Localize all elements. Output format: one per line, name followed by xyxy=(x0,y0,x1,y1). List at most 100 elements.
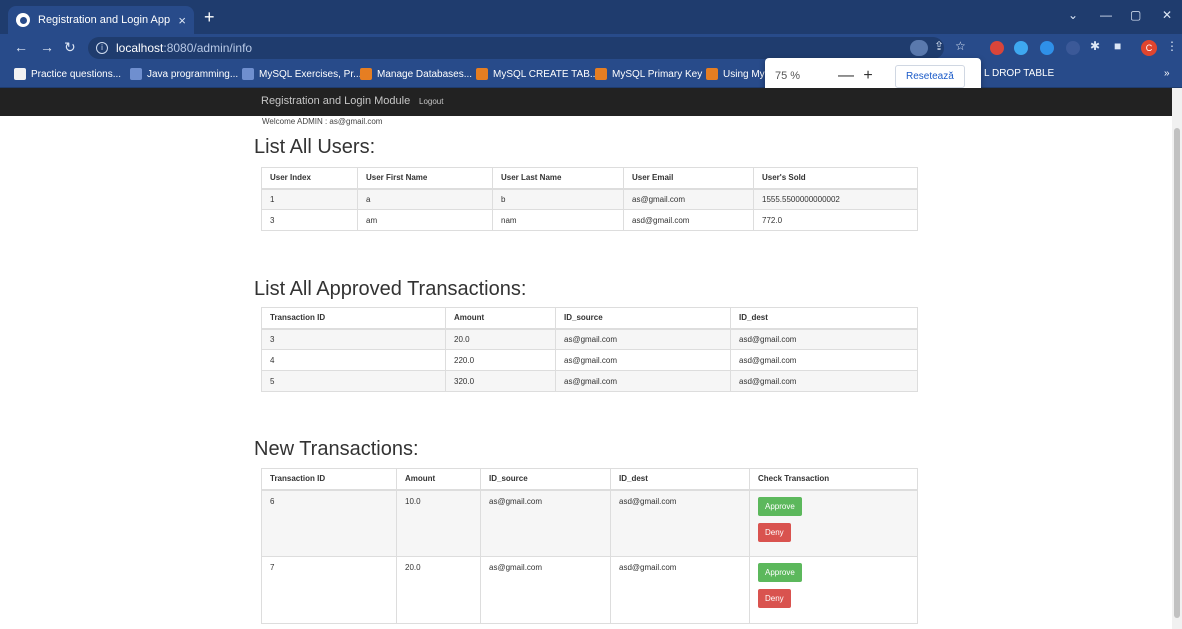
table-row: 1 a b as@gmail.com 1555.5500000000002 xyxy=(261,188,918,210)
bookmark-favicon xyxy=(595,68,607,80)
transaction-dest: asd@gmail.com xyxy=(610,556,750,624)
column-header: Check Transaction xyxy=(749,468,918,491)
page-scrollbar[interactable] xyxy=(1172,88,1182,629)
transaction-dest: asd@gmail.com xyxy=(730,349,918,371)
bookmark-favicon xyxy=(130,68,142,80)
bookmark-item[interactable]: Practice questions... xyxy=(14,68,121,80)
adblock-icon[interactable] xyxy=(990,41,1004,55)
table-row: 4 220.0 as@gmail.com asd@gmail.com xyxy=(261,349,918,371)
new-tx-header-row: Transaction ID Amount ID_source ID_dest … xyxy=(261,468,918,491)
minimize-icon[interactable]: — xyxy=(1100,8,1112,22)
transaction-id: 6 xyxy=(261,489,397,557)
bookmark-favicon xyxy=(360,68,372,80)
column-header: ID_source xyxy=(555,307,731,330)
extension-icon[interactable] xyxy=(1066,41,1080,55)
bookmark-item[interactable]: MySQL CREATE TAB... xyxy=(476,68,598,80)
users-section-title: List All Users: xyxy=(254,136,376,158)
bookmark-label: Manage Databases... xyxy=(377,68,473,80)
bookmarks-bar: Practice questions... Java programming..… xyxy=(0,62,1182,88)
column-header: ID_source xyxy=(480,468,611,491)
bookmark-item[interactable]: Using MyS xyxy=(706,68,771,80)
zoom-reset-button[interactable]: Resetează xyxy=(895,64,965,88)
forward-icon[interactable]: → xyxy=(40,39,54,55)
column-header: User Index xyxy=(261,167,358,190)
user-index: 3 xyxy=(261,209,358,231)
close-window-icon[interactable]: ✕ xyxy=(1162,8,1172,22)
approved-header-row: Transaction ID Amount ID_source ID_dest xyxy=(261,307,918,330)
profile-avatar[interactable]: C xyxy=(1141,40,1157,56)
users-header-row: User Index User First Name User Last Nam… xyxy=(261,167,918,190)
column-header: User Email xyxy=(623,167,754,190)
transaction-amount: 220.0 xyxy=(445,349,556,371)
bookmarks-overflow-icon[interactable]: » xyxy=(1164,68,1170,79)
bookmark-item[interactable]: MySQL Exercises, Pr... xyxy=(242,68,361,80)
transaction-amount: 20.0 xyxy=(396,556,481,624)
table-row: 7 20.0 as@gmail.com asd@gmail.com Approv… xyxy=(261,556,918,624)
bookmark-item[interactable]: Java programming... xyxy=(130,68,238,80)
menu-kebab-icon[interactable]: ⋮ xyxy=(1166,39,1178,53)
transaction-id: 5 xyxy=(261,370,446,392)
check-transaction-cell: Approve Deny xyxy=(749,556,918,624)
logout-link[interactable]: Logout xyxy=(419,97,443,106)
site-info-icon[interactable]: i xyxy=(96,42,108,54)
globe-icon xyxy=(16,13,30,27)
transaction-source: as@gmail.com xyxy=(480,556,611,624)
bookmark-item[interactable]: MySQL Primary Key xyxy=(595,68,702,80)
bookmark-favicon xyxy=(476,68,488,80)
side-panel-icon[interactable]: ■ xyxy=(1114,39,1121,53)
bookmark-favicon xyxy=(242,68,254,80)
app-navbar: Registration and Login Module Logout xyxy=(0,88,1172,116)
new-tab-button[interactable]: + xyxy=(204,7,215,27)
extension-icon[interactable] xyxy=(1014,41,1028,55)
bookmark-label: MySQL Exercises, Pr... xyxy=(259,68,362,80)
scrollbar-thumb[interactable] xyxy=(1174,128,1180,618)
browser-toolbar: ← → ↻ i localhost:8080/admin/info ⇪ ☆ ✱ … xyxy=(0,34,1182,62)
user-sold: 772.0 xyxy=(753,209,918,231)
approved-transactions-table: Transaction ID Amount ID_source ID_dest … xyxy=(261,307,918,392)
table-row: 3 am nam asd@gmail.com 772.0 xyxy=(261,209,918,231)
address-bar[interactable]: i localhost:8080/admin/info xyxy=(88,37,944,59)
transaction-dest: asd@gmail.com xyxy=(610,489,750,557)
zoom-in-button[interactable]: + xyxy=(857,67,879,85)
transaction-amount: 320.0 xyxy=(445,370,556,392)
back-icon[interactable]: ← xyxy=(14,39,28,55)
bookmark-item[interactable]: Manage Databases... xyxy=(360,68,472,80)
user-email: asd@gmail.com xyxy=(623,209,754,231)
approved-section-title: List All Approved Transactions: xyxy=(254,278,527,300)
transaction-id: 7 xyxy=(261,556,397,624)
welcome-text: Welcome ADMIN : as@gmail.com xyxy=(262,117,383,126)
bookmark-item[interactable]: L DROP TABLE xyxy=(984,68,1054,79)
extension-icon[interactable] xyxy=(1040,41,1054,55)
close-tab-icon[interactable]: × xyxy=(178,13,186,28)
deny-button[interactable]: Deny xyxy=(758,589,791,608)
table-row: 5 320.0 as@gmail.com asd@gmail.com xyxy=(261,370,918,392)
restore-icon[interactable]: ▢ xyxy=(1130,8,1141,22)
approve-button[interactable]: Approve xyxy=(758,496,802,516)
browser-tab[interactable]: Registration and Login App × xyxy=(8,6,194,34)
tab-search-icon[interactable]: ⌄ xyxy=(1068,8,1078,22)
user-email: as@gmail.com xyxy=(623,188,754,210)
zoom-level: 75 % xyxy=(775,70,801,82)
column-header: ID_dest xyxy=(730,307,918,330)
new-transactions-table: Transaction ID Amount ID_source ID_dest … xyxy=(261,468,918,624)
bookmark-label: Practice questions... xyxy=(31,68,122,80)
table-row: 6 10.0 as@gmail.com asd@gmail.com Approv… xyxy=(261,489,918,557)
transaction-amount: 10.0 xyxy=(396,489,481,557)
reload-icon[interactable]: ↻ xyxy=(64,39,76,56)
approve-button[interactable]: Approve xyxy=(758,563,802,582)
user-last-name: nam xyxy=(492,209,624,231)
zoom-icon[interactable] xyxy=(910,40,928,56)
zoom-out-button[interactable]: — xyxy=(835,67,857,85)
transaction-dest: asd@gmail.com xyxy=(730,328,918,350)
bookmark-star-icon[interactable]: ☆ xyxy=(955,39,966,53)
user-last-name: b xyxy=(492,188,624,210)
navbar-brand[interactable]: Registration and Login Module xyxy=(261,95,410,107)
share-icon[interactable]: ⇪ xyxy=(934,39,944,53)
deny-button[interactable]: Deny xyxy=(758,522,791,542)
new-transactions-section-title: New Transactions: xyxy=(254,438,419,460)
extensions-puzzle-icon[interactable]: ✱ xyxy=(1090,39,1100,53)
column-header: User's Sold xyxy=(753,167,918,190)
bookmark-label: L DROP TABLE xyxy=(984,68,1055,79)
transaction-source: as@gmail.com xyxy=(555,328,731,350)
tab-title: Registration and Login App xyxy=(38,14,171,26)
